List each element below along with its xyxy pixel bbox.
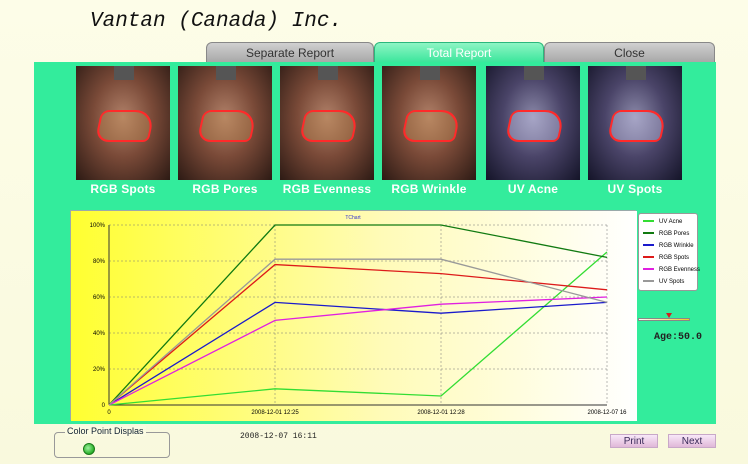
legend-swatch bbox=[643, 280, 654, 283]
analysis-region bbox=[196, 110, 258, 142]
legend-label: UV Acne bbox=[659, 219, 683, 225]
tab-total-report[interactable]: Total Report bbox=[374, 42, 544, 62]
x-tick-label: 2008-12-01 12:25 bbox=[251, 410, 299, 416]
x-tick-label: 2008-12-07 16 bbox=[587, 410, 627, 416]
face-image bbox=[76, 66, 170, 180]
thumbnail-label: RGB Evenness bbox=[282, 182, 372, 196]
y-tick-label: 40% bbox=[93, 331, 106, 337]
legend-swatch bbox=[643, 220, 654, 223]
legend-item: RGB Evenness bbox=[643, 265, 700, 276]
age-slider[interactable] bbox=[638, 313, 690, 322]
report-timestamp: 2008-12-07 16:11 bbox=[240, 432, 317, 441]
age-readout: Age:50.0 bbox=[654, 332, 703, 343]
thumbnail-label: UV Acne bbox=[507, 182, 559, 196]
legend-label: RGB Spots bbox=[659, 255, 690, 261]
face-image bbox=[588, 66, 682, 180]
y-tick-label: 80% bbox=[93, 259, 106, 265]
legend-label: UV Spots bbox=[659, 279, 685, 285]
chart-legend: UV Acne RGB Pores RGB Wrinkle RGB Spots RGB … bbox=[638, 213, 700, 291]
legend-swatch bbox=[643, 232, 654, 235]
chart-background bbox=[71, 211, 637, 421]
color-point-toggle[interactable] bbox=[83, 443, 95, 455]
legend-label: RGB Pores bbox=[659, 231, 690, 237]
thumbnail-rgb-spots[interactable]: RGB Spots bbox=[76, 66, 170, 196]
report-tabs: Separate Report Total Report Close bbox=[206, 42, 715, 62]
color-point-display-group: Color Point Displas bbox=[54, 426, 170, 458]
legend-item: RGB Wrinkle bbox=[643, 241, 694, 252]
y-tick-label: 20% bbox=[93, 367, 106, 373]
analysis-region bbox=[400, 110, 462, 142]
legend-label: RGB Wrinkle bbox=[659, 243, 694, 249]
legend-swatch bbox=[643, 256, 654, 259]
thumbnail-rgb-wrinkle[interactable]: RGB Wrinkle bbox=[382, 66, 476, 196]
thumbnail-label: RGB Spots bbox=[90, 182, 156, 196]
legend-swatch bbox=[643, 268, 654, 271]
tab-close[interactable]: Close bbox=[544, 42, 715, 62]
legend-swatch bbox=[643, 244, 654, 247]
face-image bbox=[382, 66, 476, 180]
next-button[interactable]: Next bbox=[668, 434, 716, 448]
analysis-region bbox=[298, 110, 360, 142]
thumbnail-label: UV Spots bbox=[607, 182, 663, 196]
thumbnail-rgb-pores[interactable]: RGB Pores bbox=[178, 66, 272, 196]
chart-container: TChart 0 20% 40% 60% 80% 100% 0 2008-12-01 12:2… bbox=[70, 210, 637, 421]
thumbnail-rgb-evenness[interactable]: RGB Evenness bbox=[280, 66, 374, 196]
legend-item: RGB Spots bbox=[643, 253, 689, 264]
legend-item: UV Acne bbox=[643, 217, 682, 228]
face-image bbox=[178, 66, 272, 180]
print-button[interactable]: Print bbox=[610, 434, 658, 448]
legend-item: RGB Pores bbox=[643, 229, 689, 240]
legend-item: UV Spots bbox=[643, 277, 684, 288]
age-slider-track bbox=[638, 318, 690, 321]
face-image bbox=[280, 66, 374, 180]
color-point-display-title: Color Point Displas bbox=[65, 426, 146, 436]
thumbnail-label: RGB Wrinkle bbox=[391, 182, 467, 196]
face-image bbox=[486, 66, 580, 180]
y-tick-label: 60% bbox=[93, 295, 106, 301]
chart-title: TChart bbox=[345, 215, 361, 221]
tab-separate-report[interactable]: Separate Report bbox=[206, 42, 374, 62]
x-tick-label: 2008-12-01 12:28 bbox=[417, 410, 465, 416]
thumbnail-uv-acne[interactable]: UV Acne bbox=[486, 66, 580, 196]
line-chart: TChart 020%40%60%80%100%0 2008-12-01 12:2… bbox=[71, 211, 637, 421]
age-slider-knob[interactable] bbox=[666, 313, 673, 318]
thumbnail-uv-spots[interactable]: UV Spots bbox=[588, 66, 682, 196]
y-tick-label: 100% bbox=[90, 223, 106, 229]
analysis-region bbox=[606, 110, 668, 142]
analysis-region bbox=[94, 110, 156, 142]
legend-label: RGB Evenness bbox=[659, 267, 701, 273]
thumbnail-label: RGB Pores bbox=[192, 182, 258, 196]
app-title: Vantan (Canada) Inc. bbox=[90, 10, 343, 33]
analysis-region bbox=[504, 110, 566, 142]
